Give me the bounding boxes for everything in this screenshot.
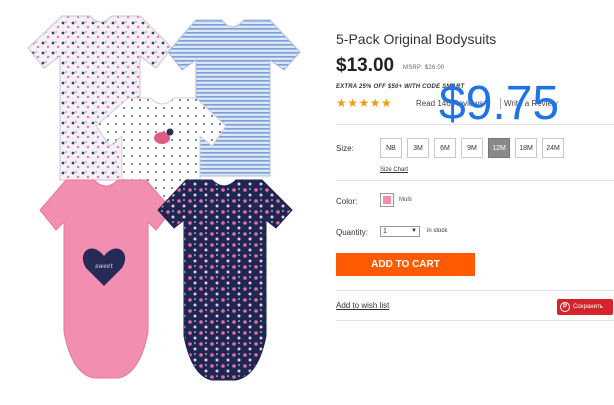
size-option-12m[interactable]: 12M <box>488 138 510 158</box>
color-label: Color: <box>336 197 358 206</box>
size-option-nb[interactable]: NB <box>380 138 402 158</box>
size-chart-link[interactable]: Size Chart <box>380 167 408 173</box>
overlay-sale-price: $9.75 <box>439 77 560 130</box>
msrp-price: MSRP: $26.00 <box>403 65 445 71</box>
product-title: 5-Pack Original Bodysuits <box>336 31 497 47</box>
save-button-label: Сохранить <box>573 304 603 310</box>
quantity-select[interactable]: 1 ▼ <box>380 226 420 237</box>
size-option-24m[interactable]: 24M <box>542 138 564 158</box>
color-swatch[interactable] <box>380 193 394 207</box>
divider <box>336 124 614 125</box>
color-swatch-fill <box>383 196 391 204</box>
save-pin-button[interactable]: P Сохранить <box>557 299 613 315</box>
product-price: $13.00 <box>336 55 395 76</box>
pinterest-icon: P <box>560 302 570 312</box>
svg-text:sweet: sweet <box>95 263 113 270</box>
size-option-3m[interactable]: 3M <box>407 138 429 158</box>
chevron-down-icon: ▼ <box>411 228 417 234</box>
navy-floral-bodysuit <box>157 179 293 381</box>
size-option-9m[interactable]: 9M <box>461 138 483 158</box>
divider <box>336 320 614 321</box>
divider <box>336 180 614 181</box>
divider <box>336 290 614 291</box>
add-to-wishlist-link[interactable]: Add to wish list <box>336 301 389 310</box>
stock-status: in stock <box>427 228 448 234</box>
quantity-label: Quantity: <box>336 228 369 237</box>
color-value: Multi <box>399 197 412 203</box>
size-option-6m[interactable]: 6M <box>434 138 456 158</box>
star-rating-icon[interactable]: ★★★★★ <box>336 96 392 110</box>
product-image[interactable]: sweet <box>0 0 330 400</box>
quantity-value: 1 <box>383 228 387 235</box>
bodysuits-illustration: sweet <box>27 15 301 381</box>
add-to-cart-button[interactable]: ADD TO CART <box>336 253 475 276</box>
size-option-18m[interactable]: 18M <box>515 138 537 158</box>
size-label: Size: <box>336 144 354 153</box>
product-details: 5-Pack Original Bodysuits $13.00 MSRP: $… <box>336 0 614 400</box>
